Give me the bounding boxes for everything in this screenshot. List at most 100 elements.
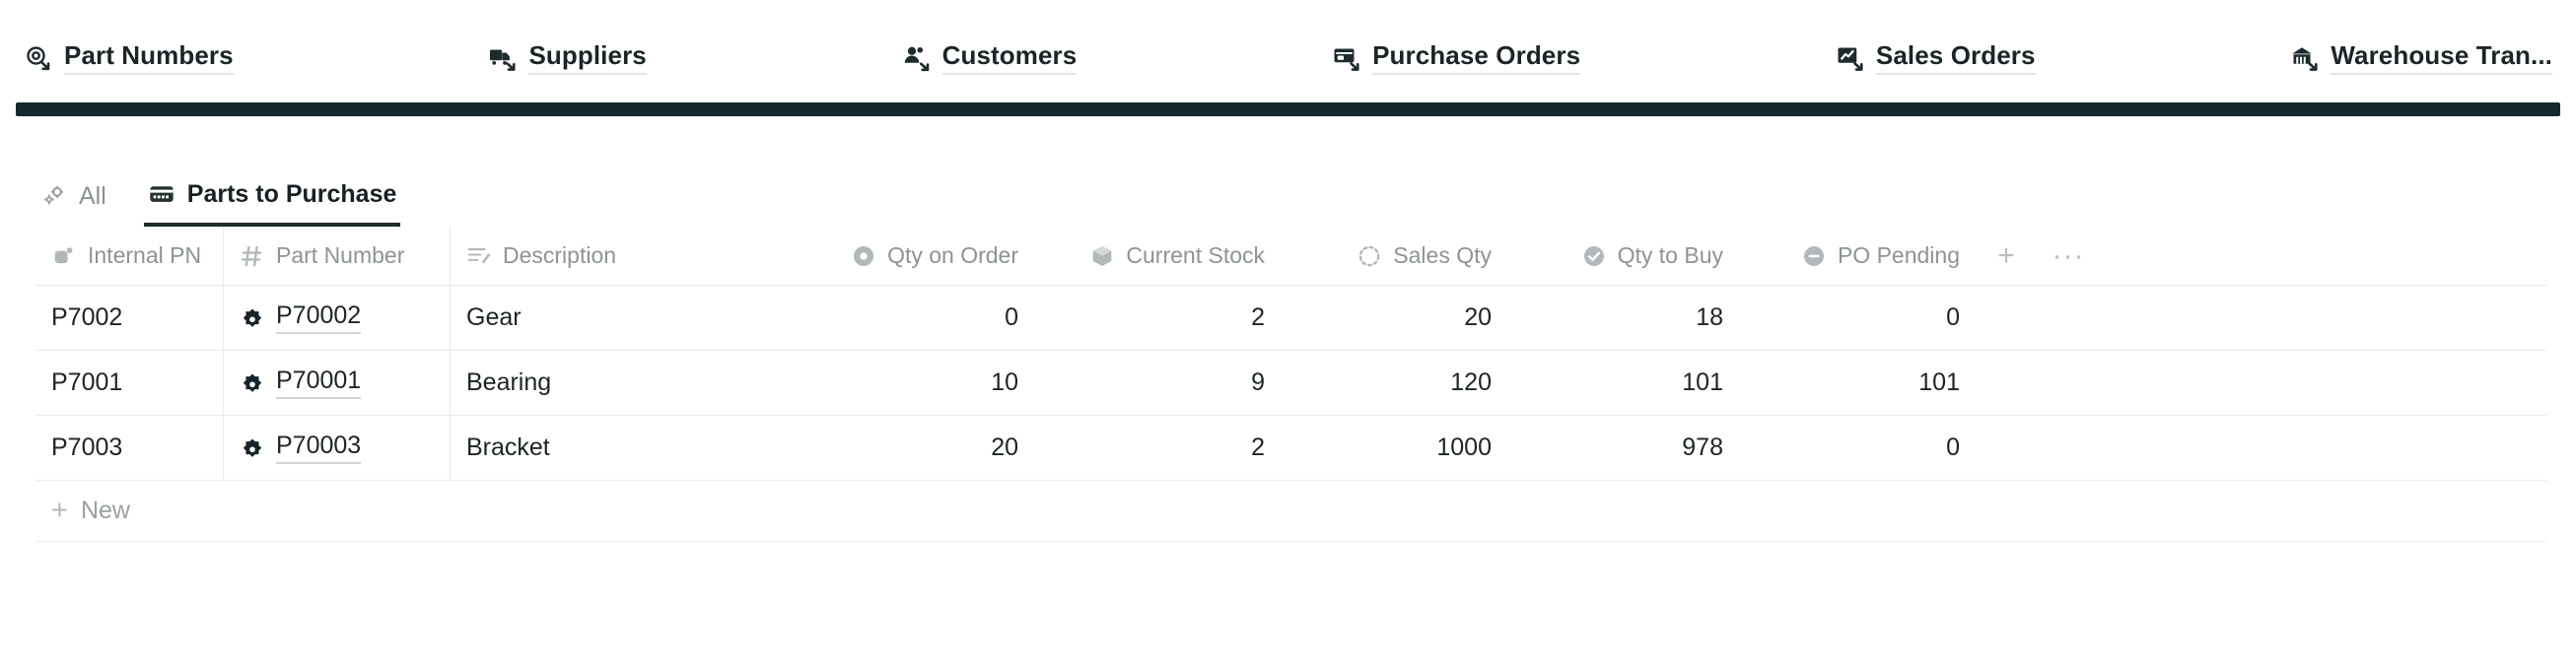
cell-qty-on-order[interactable]: 20 (793, 416, 1034, 480)
truck-icon (488, 43, 518, 73)
header-filler (2100, 227, 2546, 285)
column-header-part-number[interactable]: Part Number (223, 227, 450, 285)
table-row[interactable]: P7002 P70002 Gear 0 2 20 18 0 (35, 286, 2546, 351)
cell-value: Gear (466, 303, 522, 331)
cell-value: 1000 (1436, 434, 1492, 461)
cell-po-pending[interactable]: 0 (1739, 416, 1976, 480)
cell-value-link[interactable]: P70001 (276, 367, 362, 399)
cell-value: P7001 (51, 368, 123, 396)
cell-value: 2 (1251, 303, 1265, 331)
column-header-label: Qty to Buy (1617, 242, 1723, 268)
nav-accent-bar (16, 102, 2560, 116)
nav-item-sales-orders[interactable]: Sales Orders (1836, 31, 2036, 86)
cell-part-number[interactable]: P70001 (223, 351, 450, 415)
column-header-label: PO Pending (1837, 242, 1960, 268)
cell-value: 9 (1251, 368, 1265, 396)
plus-icon: + (51, 495, 68, 526)
gear-icon (240, 305, 265, 331)
number-field-icon (240, 243, 265, 269)
row-filler (2100, 351, 2546, 415)
cell-qty-on-order[interactable]: 10 (793, 351, 1034, 415)
cell-description[interactable]: Gear (450, 286, 793, 350)
cell-part-number[interactable]: P70003 (223, 416, 450, 480)
column-header-label: Sales Qty (1393, 242, 1492, 268)
cell-qty-to-buy[interactable]: 978 (1507, 416, 1739, 480)
sales-orders-icon (1836, 43, 1865, 73)
cell-value-link[interactable]: P70003 (276, 432, 362, 464)
column-header-qty-on-order[interactable]: Qty on Order (793, 227, 1034, 285)
cell-value: 101 (1918, 368, 1960, 396)
cell-value: 0 (1946, 434, 1960, 461)
table-row[interactable]: P7001 P70001 Bearing 10 9 120 101 101 (35, 351, 2546, 416)
cell-sales-qty[interactable]: 120 (1281, 351, 1507, 415)
row-filler (2100, 286, 2546, 350)
cell-description[interactable]: Bearing (450, 351, 793, 415)
nav-item-part-numbers[interactable]: Part Numbers (24, 31, 234, 86)
card-icon (148, 180, 175, 208)
cell-value: P7002 (51, 303, 123, 331)
view-tab-all[interactable]: All (35, 175, 110, 227)
cell-value-link[interactable]: P70002 (276, 301, 362, 334)
cell-value: Bracket (466, 434, 550, 461)
row-filler (2037, 351, 2100, 415)
ellipsis-icon: ··· (2052, 238, 2085, 272)
cell-sales-qty[interactable]: 1000 (1281, 416, 1507, 480)
cell-internal-pn[interactable]: P7003 (35, 416, 223, 480)
customers-icon (902, 43, 932, 73)
nav-item-warehouse-transfers[interactable]: Warehouse Tran... (2290, 31, 2553, 86)
cell-current-stock[interactable]: 9 (1034, 351, 1281, 415)
nav-item-purchase-orders[interactable]: Purchase Orders (1332, 31, 1581, 86)
cell-current-stock[interactable]: 2 (1034, 416, 1281, 480)
purchase-orders-icon (1332, 43, 1361, 73)
gear-icon (240, 435, 265, 461)
cell-po-pending[interactable]: 101 (1739, 351, 1976, 415)
nav-label: Purchase Orders (1372, 40, 1581, 76)
row-filler (2037, 286, 2100, 350)
gear-icon (240, 370, 265, 396)
table-more-options-button[interactable]: ··· (2037, 227, 2100, 285)
column-header-sales-qty[interactable]: Sales Qty (1281, 227, 1507, 285)
column-header-current-stock[interactable]: Current Stock (1034, 227, 1281, 285)
row-filler (2100, 416, 2546, 480)
cell-value: 0 (1946, 303, 1960, 331)
cell-qty-to-buy[interactable]: 18 (1507, 286, 1739, 350)
column-header-po-pending[interactable]: PO Pending (1739, 227, 1976, 285)
view-tab-parts-to-purchase[interactable]: Parts to Purchase (143, 175, 401, 227)
rollup-icon (851, 243, 876, 269)
table-row[interactable]: P7003 P70003 Bracket 20 2 1000 978 0 (35, 416, 2546, 481)
cell-qty-to-buy[interactable]: 101 (1507, 351, 1739, 415)
row-filler (1976, 351, 2037, 415)
cell-current-stock[interactable]: 2 (1034, 286, 1281, 350)
cell-value: 10 (991, 368, 1018, 396)
new-record-button[interactable]: + New (35, 497, 130, 525)
column-header-internal-pn[interactable]: Internal PN (35, 227, 223, 285)
add-column-button[interactable]: + (1976, 227, 2037, 285)
top-navigation-bar: Part Numbers Suppliers Customers Purchas… (0, 0, 2576, 116)
part-numbers-icon (24, 43, 53, 73)
cell-value: 978 (1682, 434, 1723, 461)
cell-value: P7003 (51, 434, 123, 461)
new-record-row[interactable]: + New (35, 481, 2546, 542)
column-header-label: Description (503, 242, 617, 268)
cell-description[interactable]: Bracket (450, 416, 793, 480)
cell-value: 20 (991, 434, 1018, 461)
cell-part-number[interactable]: P70002 (223, 286, 450, 350)
cell-value: 101 (1682, 368, 1723, 396)
cell-value: 0 (1005, 303, 1018, 331)
column-header-label: Internal PN (88, 242, 202, 268)
column-header-label: Part Number (276, 242, 405, 268)
cell-qty-on-order[interactable]: 0 (793, 286, 1034, 350)
nav-item-suppliers[interactable]: Suppliers (488, 31, 647, 86)
dashed-circle-icon (1357, 243, 1382, 269)
nav-item-customers[interactable]: Customers (902, 31, 1078, 86)
view-tab-label: Parts to Purchase (186, 179, 397, 208)
column-header-description[interactable]: Description (450, 227, 793, 285)
cell-internal-pn[interactable]: P7001 (35, 351, 223, 415)
cell-sales-qty[interactable]: 20 (1281, 286, 1507, 350)
table-header-row: Internal PN Part Number Description Qty … (35, 227, 2546, 286)
nav-label: Sales Orders (1875, 40, 2036, 76)
column-header-label: Current Stock (1126, 242, 1265, 268)
cell-po-pending[interactable]: 0 (1739, 286, 1976, 350)
column-header-qty-to-buy[interactable]: Qty to Buy (1507, 227, 1739, 285)
cell-internal-pn[interactable]: P7002 (35, 286, 223, 350)
